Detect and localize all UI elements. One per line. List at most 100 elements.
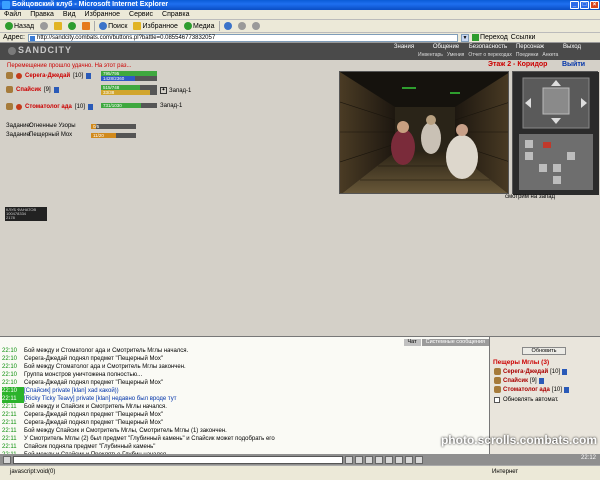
location-title: Этаж 2 - Коридор [488,61,548,68]
game-menu-character[interactable]: Персонаж [509,44,551,50]
game-header: SANDCITY Знания Общение Безопасность Пер… [0,43,600,60]
info-icon[interactable] [53,86,59,93]
menu-file[interactable]: Файл [4,10,21,19]
exit-link[interactable]: Выйти [562,61,585,68]
task-row: Задание: Огненные Узоры 0/5 [6,123,136,129]
member-name[interactable]: Серега-Джедай [503,369,548,375]
mail-button[interactable] [236,21,248,32]
game-menu-knowledge[interactable]: Знания [383,44,425,50]
send-icon[interactable] [345,455,353,464]
game-main: Перемещение прошло удачно. На этот раз..… [0,60,600,336]
page-icon [29,35,35,41]
search-button[interactable]: Поиск [97,21,129,32]
stop-button[interactable] [52,21,64,32]
status-text: javascript:void(0) [10,469,56,475]
roster-member: Спайсик [9] [494,377,544,384]
group-icon [6,86,13,93]
settings-icon[interactable] [385,455,393,464]
menu-help[interactable]: Справка [162,10,189,19]
refresh-icon [68,22,77,30]
refresh-button[interactable] [66,21,78,32]
menu-favorites[interactable]: Избранное [85,10,120,19]
links-button[interactable]: Ссылки [511,34,536,41]
chat-panel: Чат Системные сообщения 22:10 Бой между и… [0,336,490,458]
task-label: Задание: [6,123,32,129]
address-dropdown[interactable]: ▼ [460,33,469,42]
dungeon-view[interactable] [339,71,509,194]
visitor-counter[interactable]: КЛУБ ФАНАТОВ 100478334 2178 [5,207,47,221]
game-sub-battles[interactable]: Поединки [514,52,541,58]
home-icon [82,22,91,30]
forward-button[interactable] [38,21,50,32]
clan-icon [16,72,22,79]
go-arrow-icon [471,34,479,41]
group-icon [6,72,13,79]
info-icon[interactable] [563,386,569,393]
member-level: [9] [44,86,51,93]
tab-system-messages[interactable]: Системные сообщения [421,339,489,346]
back-button[interactable]: Назад [3,21,36,32]
chat-line: 22:10 Группа монстров уничтожена полность… [2,372,143,378]
browser-toolbar: Назад Поиск Избранное Медиа [0,20,600,33]
chat-line: 22:11 Серега-Джедай поднял предмет "Пещер… [2,420,163,426]
minimize-button[interactable]: _ [570,1,579,9]
info-icon[interactable] [562,368,568,375]
game-menu-exit[interactable]: Выход [551,44,593,50]
group-icon [494,368,501,375]
back-arrow-icon [5,22,13,30]
member-name[interactable]: Стоматолог ада [25,104,72,110]
member-level: [10] [74,103,85,110]
group-icon [494,386,501,393]
chat-input-bar: 22:12 [0,454,600,465]
history-button[interactable] [222,21,234,32]
member-name[interactable]: Спайсик [503,378,528,384]
translit-icon[interactable] [405,455,413,464]
menu-bar: Файл Правка Вид Избранное Сервис Справка [0,10,600,20]
chat-clock: 22:12 [580,455,596,461]
media-button[interactable]: Медиа [182,21,217,32]
home-button[interactable] [80,21,92,32]
tab-chat[interactable]: Чат [403,339,421,346]
party-member: Стоматолог ада [10] [6,103,93,110]
direction-marker[interactable]: ✦ Запад-1 [160,87,191,94]
compass-icon: ✦ [160,87,167,94]
go-button[interactable]: Переход [471,34,508,41]
game-sub-skills[interactable]: Умения [445,52,466,58]
info-icon[interactable] [87,103,93,110]
private-icon[interactable] [415,455,423,464]
refresh-roster-button[interactable]: Обновить [522,347,566,355]
game-menu-security[interactable]: Безопасность [467,44,509,50]
forward-arrow-icon [40,22,49,30]
auto-refresh-checkbox[interactable] [494,397,500,403]
favorites-button[interactable]: Избранное [131,21,179,32]
member-level: [10] [73,72,84,79]
smiley-icon[interactable] [355,455,363,464]
chat-mode-icon[interactable] [3,455,11,464]
member-name[interactable]: Стоматолог ада [503,387,550,393]
member-name[interactable]: Спайсик [16,87,41,93]
info-icon[interactable] [86,72,92,79]
auto-refresh[interactable]: Обновлять автомат. [494,397,559,403]
sound-icon[interactable] [395,455,403,464]
member-name[interactable]: Серега-Джедай [25,73,70,79]
game-sub-profile[interactable]: Анкета [540,52,560,58]
filter-icon[interactable] [375,455,383,464]
task-progress: 0/5 [91,123,136,129]
address-input[interactable]: http://sandcity.combats.com/buttons.pl?b… [27,33,458,42]
chat-line: 22:10 Бой между Стоматолог ада и Смотрите… [2,364,186,370]
info-icon[interactable] [538,377,544,384]
game-menu-chat[interactable]: Общение [425,44,467,50]
close-button[interactable]: × [590,1,599,9]
menu-edit[interactable]: Правка [30,10,54,19]
media-icon [183,22,192,30]
maximize-button[interactable]: □ [580,1,589,9]
game-sub-report[interactable]: Отчет о переходах [466,52,514,58]
menu-tools[interactable]: Сервис [129,10,153,19]
game-sub-inventory[interactable]: Инвентарь [416,52,445,58]
print-button[interactable] [250,21,262,32]
chat-input[interactable] [13,455,343,464]
auto-refresh-label: Обновлять автомат. [503,397,559,403]
clear-icon[interactable] [365,455,373,464]
toolbar-separator [218,21,220,31]
menu-view[interactable]: Вид [63,10,76,19]
